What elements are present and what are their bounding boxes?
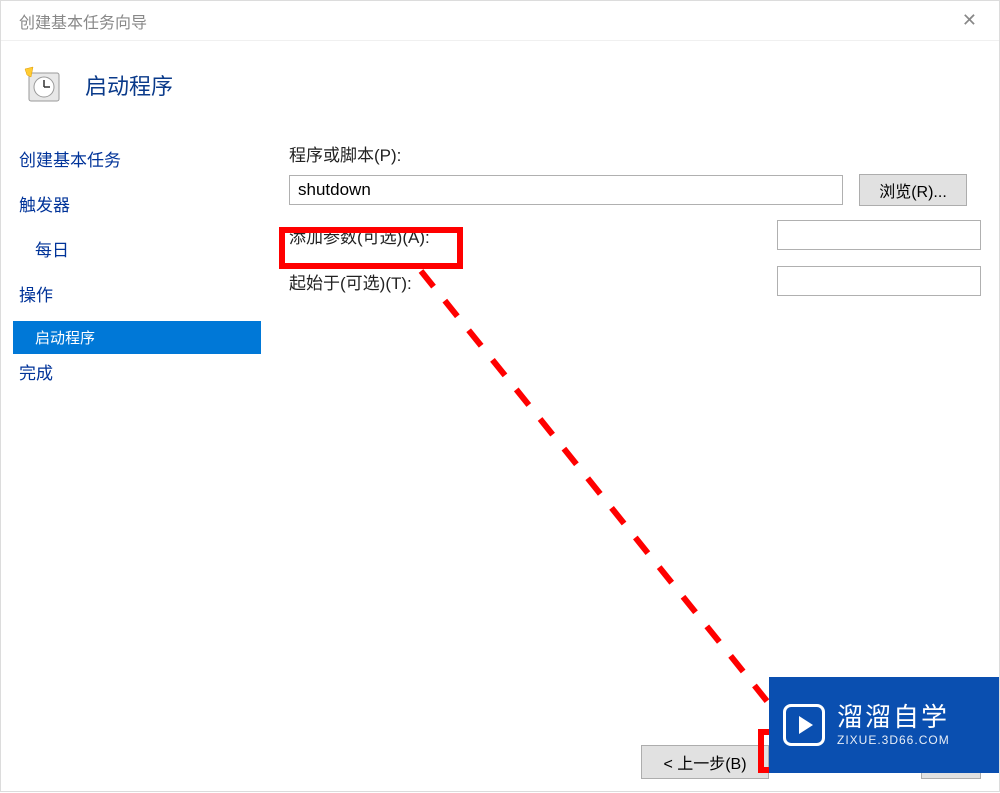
program-label: 程序或脚本(P):: [289, 141, 981, 166]
watermark-sub: ZIXUE.3D66.COM: [837, 733, 950, 747]
titlebar: 创建基本任务向导 ✕: [1, 1, 999, 41]
startin-label: 起始于(可选)(T):: [289, 269, 412, 294]
wizard-header: 启动程序: [1, 41, 999, 135]
args-label: 添加参数(可选)(A):: [289, 223, 430, 248]
page-title: 启动程序: [85, 69, 173, 101]
wizard-sidebar: 创建基本任务 触发器 每日 操作 启动程序 完成: [1, 135, 261, 399]
wizard-main: 程序或脚本(P): 浏览(R)... 添加参数(可选)(A): 起始于(可选)(…: [261, 135, 999, 399]
sidebar-item-start-program[interactable]: 启动程序: [13, 321, 261, 354]
watermark-title: 溜溜自学: [837, 702, 950, 733]
startin-input[interactable]: [777, 266, 981, 296]
sidebar-item-finish[interactable]: 完成: [13, 354, 261, 389]
window-title: 创建基本任务向导: [19, 9, 147, 33]
sidebar-item-create-task[interactable]: 创建基本任务: [13, 141, 261, 176]
watermark-text: 溜溜自学 ZIXUE.3D66.COM: [837, 702, 950, 748]
program-input[interactable]: [289, 175, 843, 205]
back-button[interactable]: < 上一步(B): [641, 745, 769, 779]
args-row: 添加参数(可选)(A):: [289, 220, 981, 250]
sidebar-item-daily[interactable]: 每日: [13, 231, 261, 266]
args-input[interactable]: [777, 220, 981, 250]
sidebar-item-action[interactable]: 操作: [13, 276, 261, 311]
startin-row: 起始于(可选)(T):: [289, 266, 981, 296]
browse-button[interactable]: 浏览(R)...: [859, 174, 967, 206]
wizard-body: 创建基本任务 触发器 每日 操作 启动程序 完成 程序或脚本(P): 浏览(R)…: [1, 135, 999, 399]
close-icon[interactable]: ✕: [952, 6, 987, 35]
program-row: 浏览(R)...: [289, 174, 981, 206]
watermark: 溜溜自学 ZIXUE.3D66.COM: [769, 677, 999, 773]
wizard-window: 创建基本任务向导 ✕ 启动程序 创建基本任务 触发器 每日 操作 启动程序 完成…: [0, 0, 1000, 792]
play-icon: [783, 704, 825, 746]
task-clock-icon: [23, 65, 63, 105]
sidebar-item-trigger[interactable]: 触发器: [13, 186, 261, 221]
